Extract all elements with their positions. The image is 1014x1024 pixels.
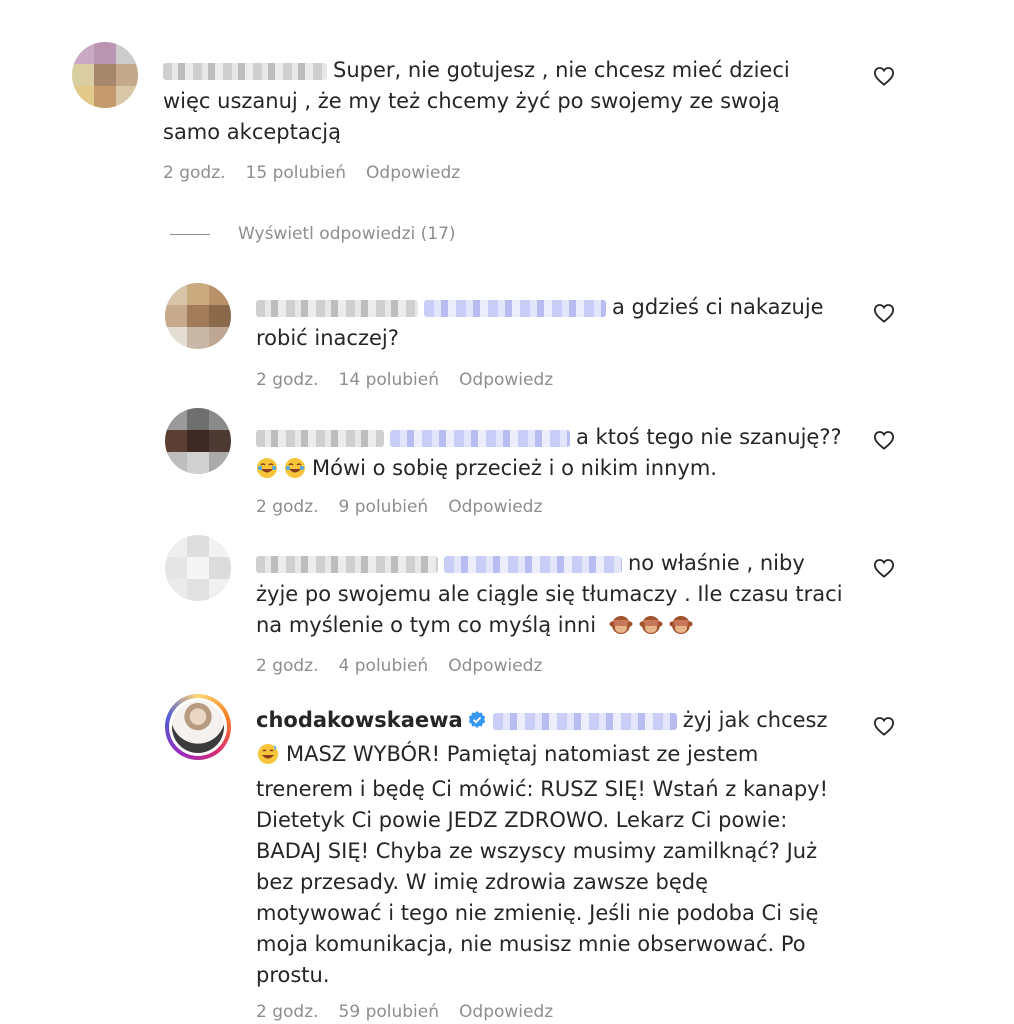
comment-text: Super, nie gotujesz , nie chcesz mieć dz… xyxy=(163,58,790,144)
like-count[interactable]: 9 polubień xyxy=(339,497,429,517)
like-count[interactable]: 4 polubień xyxy=(339,656,429,676)
comment-meta: 2 godz. 15 polubień Odpowiedz xyxy=(163,163,480,183)
divider-line xyxy=(170,233,210,235)
like-heart-icon[interactable] xyxy=(873,66,895,86)
like-count[interactable]: 14 polubień xyxy=(339,370,439,390)
rolling-laugh-emoji xyxy=(284,457,306,488)
verified-badge-icon xyxy=(467,708,487,739)
comment-meta: 2 godz. 9 polubień Odpowiedz xyxy=(256,497,562,517)
avatar-story-ring[interactable] xyxy=(165,694,231,760)
comment-meta: 2 godz. 59 polubień Odpowiedz xyxy=(256,1002,573,1022)
blurred-mention[interactable] xyxy=(390,429,570,447)
comment-time: 2 godz. xyxy=(256,370,319,390)
comment-meta: 2 godz. 14 polubień Odpowiedz xyxy=(256,370,573,390)
avatar-blurred[interactable] xyxy=(72,42,138,108)
reply-button[interactable]: Odpowiedz xyxy=(459,1002,553,1022)
reply-button[interactable]: Odpowiedz xyxy=(459,370,553,390)
avatar-blurred[interactable] xyxy=(165,535,231,601)
avatar-blurred[interactable] xyxy=(165,408,231,474)
see-no-evil-monkey-emoji xyxy=(609,614,633,645)
rolling-laugh-emoji xyxy=(256,457,278,488)
like-heart-icon[interactable] xyxy=(873,430,895,450)
see-no-evil-monkey-emoji xyxy=(639,614,663,645)
comment-meta: 2 godz. 4 polubień Odpowiedz xyxy=(256,656,562,676)
like-heart-icon[interactable] xyxy=(873,303,895,323)
avatar xyxy=(172,701,224,753)
comment-text: a ktoś tego nie szanuję?? Mówi o sobię p… xyxy=(256,422,866,488)
reply-button[interactable]: Odpowiedz xyxy=(448,497,542,517)
comment-time: 2 godz. xyxy=(256,1002,319,1022)
like-count[interactable]: 59 polubień xyxy=(339,1002,439,1022)
comment-time: 2 godz. xyxy=(256,656,319,676)
blurred-mention[interactable] xyxy=(492,712,677,730)
blurred-username[interactable] xyxy=(256,429,384,447)
like-heart-icon[interactable] xyxy=(873,558,895,578)
comment-text: chodakowskaewa żyj jak chcesz MASZ WYBÓR!… xyxy=(256,708,828,987)
comment-time: 2 godz. xyxy=(256,497,319,517)
avatar-blurred[interactable] xyxy=(165,283,231,349)
reply-button[interactable]: Odpowiedz xyxy=(366,163,460,183)
like-heart-icon[interactable] xyxy=(873,716,895,736)
blurred-username[interactable] xyxy=(163,62,327,80)
grinning-sweat-emoji xyxy=(256,743,280,774)
blurred-mention[interactable] xyxy=(444,555,622,573)
username[interactable]: chodakowskaewa xyxy=(256,708,463,732)
reply-button[interactable]: Odpowiedz xyxy=(448,656,542,676)
comment-time: 2 godz. xyxy=(163,163,226,183)
blurred-username[interactable] xyxy=(256,555,438,573)
blurred-username[interactable] xyxy=(256,299,418,317)
comment-text: no właśnie , niby żyje po swojemu ale ci… xyxy=(256,548,866,645)
view-replies-button[interactable]: Wyświetl odpowiedzi (17) xyxy=(170,224,456,244)
like-count[interactable]: 15 polubień xyxy=(246,163,346,183)
see-no-evil-monkey-emoji xyxy=(669,614,693,645)
comment-text: a gdzieś ci nakazuje robić inaczej? xyxy=(256,295,824,350)
blurred-mention[interactable] xyxy=(424,299,606,317)
